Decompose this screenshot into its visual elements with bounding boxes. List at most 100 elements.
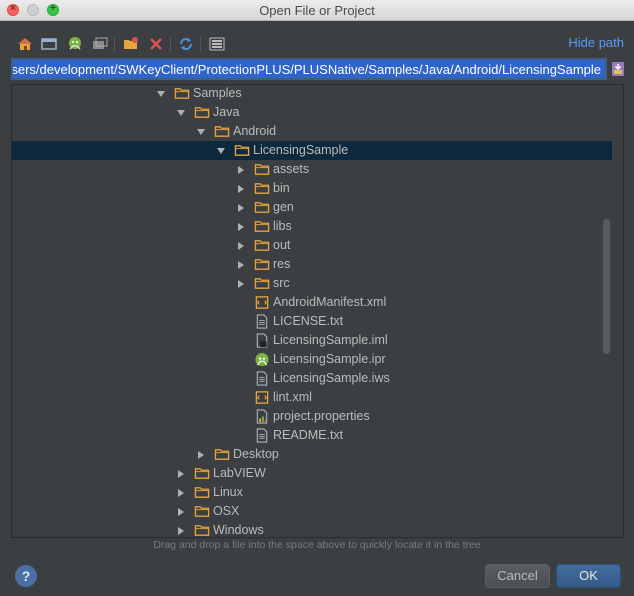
tree-folder-row[interactable]: Desktop: [12, 445, 612, 464]
tree-item-label: Android: [233, 124, 277, 138]
xml-file-icon: [254, 390, 270, 405]
folder-icon: [214, 447, 230, 462]
tree-file-row[interactable]: LicensingSample.iws: [12, 369, 612, 388]
folder-icon: [254, 162, 270, 177]
home-button[interactable]: [16, 35, 34, 53]
collapsed-arrow-icon[interactable]: [176, 525, 186, 535]
tree-item-label: README.txt: [273, 428, 344, 442]
collapsed-arrow-icon[interactable]: [236, 221, 246, 231]
history-icon: [612, 62, 624, 76]
refresh-button[interactable]: [177, 35, 195, 53]
tree-folder-row[interactable]: bin: [12, 179, 612, 198]
tree-file-row[interactable]: project.properties: [12, 407, 612, 426]
tree-item-label: Desktop: [233, 447, 279, 461]
tree-folder-row[interactable]: libs: [12, 217, 612, 236]
title-bar: × + Open File or Project: [0, 0, 634, 21]
tree-file-row[interactable]: LICENSE.txt: [12, 312, 612, 331]
path-input[interactable]: [13, 60, 601, 78]
show-hidden-icon: [209, 37, 225, 51]
tree-file-row[interactable]: README.txt: [12, 426, 612, 445]
tree-folder-row[interactable]: Samples: [12, 85, 612, 103]
tree-file-row[interactable]: LicensingSample.ipr: [12, 350, 612, 369]
folder-icon: [254, 200, 270, 215]
tree-item-label: LicensingSample.iws: [273, 371, 390, 385]
tree-file-row[interactable]: AndroidManifest.xml: [12, 293, 612, 312]
toolbar-separator: [200, 37, 201, 52]
text-file-icon: [254, 314, 270, 329]
text-file-icon: [254, 371, 270, 386]
tree-folder-row[interactable]: LabVIEW: [12, 464, 612, 483]
show-hidden-button[interactable]: [208, 35, 226, 53]
tree-folder-row[interactable]: Java: [12, 103, 612, 122]
tree-folder-row[interactable]: gen: [12, 198, 612, 217]
tree-item-label: src: [273, 276, 290, 290]
tree-folder-row[interactable]: out: [12, 236, 612, 255]
tree-scrollbar[interactable]: [603, 219, 610, 354]
ok-button[interactable]: OK: [556, 564, 621, 588]
collapsed-arrow-icon[interactable]: [236, 183, 246, 193]
help-icon: ?: [21, 568, 31, 584]
collapsed-arrow-icon[interactable]: [196, 449, 206, 459]
tree-folder-row[interactable]: OSX: [12, 502, 612, 521]
toolbar-separator: [114, 37, 115, 52]
file-tree[interactable]: Samples Java Android LicensingSample assets b…: [11, 84, 624, 538]
tree-item-label: bin: [273, 181, 290, 195]
tree-file-row[interactable]: LicensingSample.iml: [12, 331, 612, 350]
folder-icon: [194, 504, 210, 519]
delete-button[interactable]: [147, 35, 165, 53]
expanded-arrow-icon[interactable]: [216, 145, 226, 155]
collapsed-arrow-icon[interactable]: [236, 240, 246, 250]
expanded-arrow-icon[interactable]: [196, 126, 206, 136]
collapsed-arrow-icon[interactable]: [176, 487, 186, 497]
tree-item-label: AndroidManifest.xml: [273, 295, 387, 309]
desktop-button[interactable]: [40, 35, 58, 53]
help-button[interactable]: ?: [15, 565, 37, 587]
folder-icon: [254, 276, 270, 291]
collapsed-arrow-icon[interactable]: [236, 259, 246, 269]
tree-item-label: Windows: [213, 523, 264, 537]
home-icon: [18, 38, 32, 50]
expanded-arrow-icon[interactable]: [156, 88, 166, 98]
path-history-button[interactable]: [609, 60, 627, 78]
module-button[interactable]: [91, 35, 109, 53]
tree-item-label: Linux: [213, 485, 243, 499]
tree-item-label: assets: [273, 162, 310, 176]
expanded-arrow-icon[interactable]: [176, 107, 186, 117]
tree-folder-row[interactable]: Linux: [12, 483, 612, 502]
new-folder-icon: [124, 37, 138, 49]
path-field-container: [11, 58, 607, 80]
tree-folder-row[interactable]: Android: [12, 122, 612, 141]
collapsed-arrow-icon[interactable]: [236, 202, 246, 212]
tree-item-label: LicensingSample.ipr: [273, 352, 386, 366]
cancel-button[interactable]: Cancel: [485, 564, 550, 588]
tree-folder-row[interactable]: Windows: [12, 521, 612, 537]
collapsed-arrow-icon[interactable]: [236, 278, 246, 288]
collapsed-arrow-icon[interactable]: [176, 468, 186, 478]
tree-folder-row[interactable]: src: [12, 274, 612, 293]
tree-item-label: libs: [273, 219, 292, 233]
module-file-icon: [254, 333, 270, 348]
collapsed-arrow-icon[interactable]: [176, 506, 186, 516]
android-project-button[interactable]: [66, 35, 84, 53]
tree-folder-row[interactable]: assets: [12, 160, 612, 179]
folder-icon: [194, 523, 210, 537]
tree-folder-row[interactable]: res: [12, 255, 612, 274]
folder-icon: [234, 143, 250, 158]
refresh-icon: [180, 38, 192, 50]
tree-item-label: LabVIEW: [213, 466, 266, 480]
folder-icon: [194, 466, 210, 481]
folder-icon: [194, 485, 210, 500]
toolbar: [16, 35, 236, 55]
tree-folder-row[interactable]: LicensingSample: [12, 141, 612, 160]
hide-path-link[interactable]: Hide path: [568, 35, 624, 50]
tree-file-row[interactable]: lint.xml: [12, 388, 612, 407]
tree-item-label: OSX: [213, 504, 240, 518]
collapsed-arrow-icon[interactable]: [236, 164, 246, 174]
folder-icon: [254, 219, 270, 234]
new-folder-button[interactable]: [122, 35, 140, 53]
xml-file-icon: [254, 295, 270, 310]
text-file-icon: [254, 428, 270, 443]
folder-icon: [254, 181, 270, 196]
tree-item-label: Samples: [193, 86, 242, 100]
tree-item-label: res: [273, 257, 291, 271]
